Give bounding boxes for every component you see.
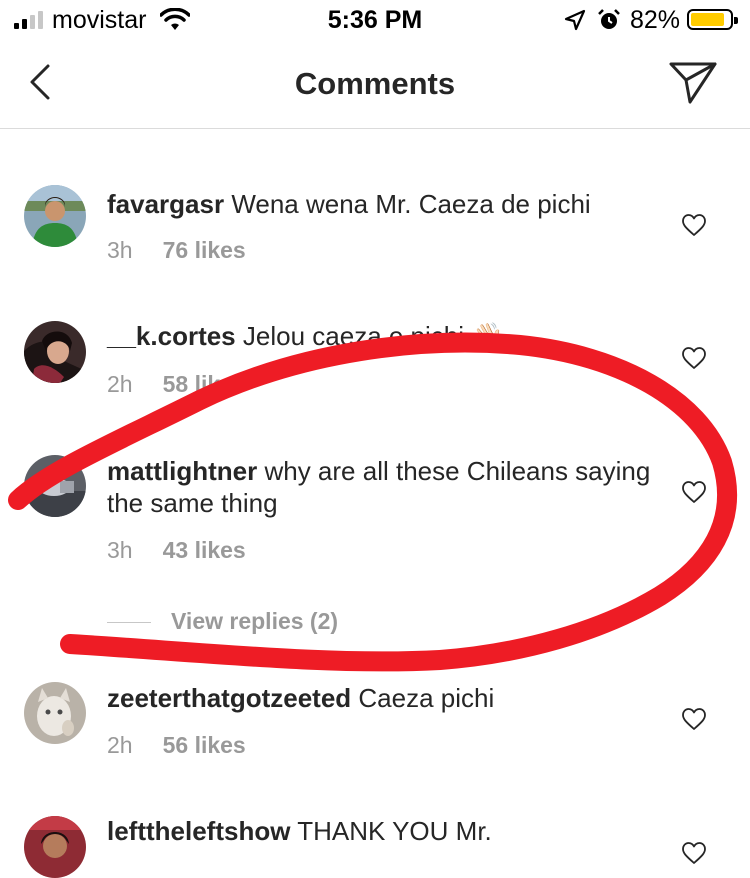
comment-likes[interactable]: 56 likes [163,732,246,758]
comment-likes[interactable]: 43 likes [163,537,246,563]
comment-text: __k.cortes Jelou caeza e pichi 👋🏻 [107,320,667,352]
battery-percentage: 82% [630,6,681,34]
heart-icon[interactable] [681,480,707,504]
heart-icon[interactable] [681,841,707,865]
comment-meta: 3h 43 likes [107,537,246,564]
comment-text: mattlightner why are all these Chileans … [107,455,667,519]
nav-header: Comments [0,42,750,129]
comment-body: Jelou caeza e pichi 👋🏻 [242,321,504,351]
comment-likes[interactable]: 76 likes [163,237,246,263]
page-title: Comments [294,66,456,101]
heart-icon[interactable] [681,213,707,237]
comment-username[interactable]: lefttheleftshow [107,816,290,846]
battery-icon [687,9,738,30]
comment-text: favargasr Wena wena Mr. Caeza de pichi [107,188,667,220]
comment-text: lefttheleftshow THANK YOU Mr. [107,815,667,847]
comment-time: 3h [107,537,133,563]
comment-text: zeeterthatgotzeeted Caeza pichi [107,682,667,714]
battery-level [691,13,724,26]
location-arrow-icon [564,9,586,31]
divider [107,622,151,623]
status-bar: movistar 5:36 PM 82% [0,0,750,42]
comment-username[interactable]: favargasr [107,189,224,219]
paper-plane-icon[interactable] [668,60,718,106]
comment-time: 2h [107,371,133,397]
heart-icon[interactable] [681,346,707,370]
avatar[interactable] [24,455,86,517]
comment-time: 3h [107,237,133,263]
comment-likes[interactable]: 58 likes [163,371,246,397]
comment-meta: 3h 76 likes [107,237,246,264]
comment-username[interactable]: mattlightner [107,456,257,486]
avatar[interactable] [24,321,86,383]
comment-meta: 2h 58 likes [107,371,246,398]
comment-body: THANK YOU Mr. [297,816,492,846]
comment-username[interactable]: __k.cortes [107,321,236,351]
comment-body: Wena wena Mr. Caeza de pichi [231,189,591,219]
avatar[interactable] [24,185,86,247]
comment-body: Caeza pichi [358,683,495,713]
avatar[interactable] [24,816,86,878]
comment-meta: 2h 56 likes [107,732,246,759]
alarm-clock-icon [598,9,620,29]
heart-icon[interactable] [681,707,707,731]
comment-username[interactable]: zeeterthatgotzeeted [107,683,351,713]
view-replies-label: View replies (2) [171,608,339,634]
avatar[interactable] [24,682,86,744]
comment-time: 2h [107,732,133,758]
